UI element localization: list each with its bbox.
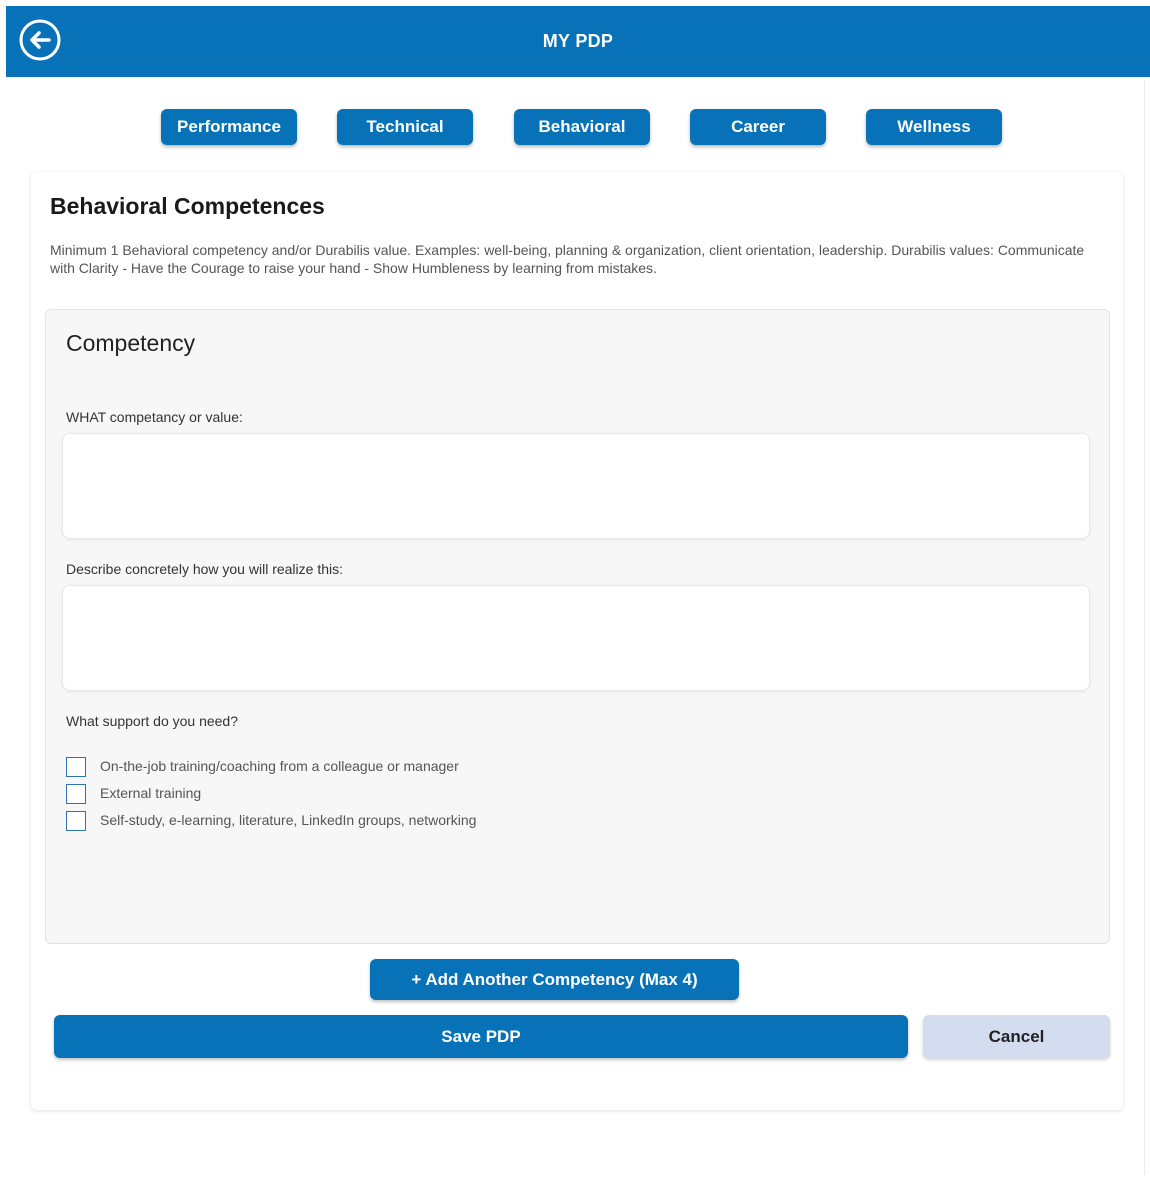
tab-career[interactable]: Career <box>690 109 826 145</box>
tab-behavioral[interactable]: Behavioral <box>514 109 650 145</box>
self-study-checkbox[interactable] <box>66 811 86 831</box>
external-training-checkbox[interactable] <box>66 784 86 804</box>
tab-technical[interactable]: Technical <box>337 109 473 145</box>
divider <box>1144 80 1145 1175</box>
what-input[interactable] <box>62 433 1090 539</box>
section-title: Behavioral Competences <box>50 193 325 219</box>
app-header: MY PDP <box>6 6 1150 77</box>
coaching-label: On-the-job training/coaching from a coll… <box>100 758 459 774</box>
add-competency-button[interactable]: + Add Another Competency (Max 4) <box>370 959 739 1000</box>
external-training-label: External training <box>100 785 202 801</box>
how-label: Describe concretely how you will realize… <box>66 561 343 577</box>
competency-title: Competency <box>66 330 196 356</box>
competency-panel: Competency WHAT competancy or value: Des… <box>45 309 1110 944</box>
page-title: MY PDP <box>542 31 614 51</box>
tab-wellness[interactable]: Wellness <box>866 109 1002 145</box>
category-tabs: Performance Technical Behavioral Career … <box>0 109 1150 146</box>
coaching-checkbox[interactable] <box>66 757 86 777</box>
pdp-page: MY PDP Performance Technical Behavioral … <box>0 0 1150 1179</box>
cancel-button[interactable]: Cancel <box>923 1015 1110 1058</box>
save-pdp-button[interactable]: Save PDP <box>54 1015 908 1058</box>
what-label: WHAT competancy or value: <box>66 409 243 425</box>
tab-performance[interactable]: Performance <box>161 109 297 145</box>
support-label: What support do you need? <box>66 713 239 729</box>
section-description: Minimum 1 Behavioral competency and/or D… <box>50 242 1085 276</box>
self-study-label: Self-study, e-learning, literature, Link… <box>100 812 477 828</box>
how-input[interactable] <box>62 585 1090 691</box>
